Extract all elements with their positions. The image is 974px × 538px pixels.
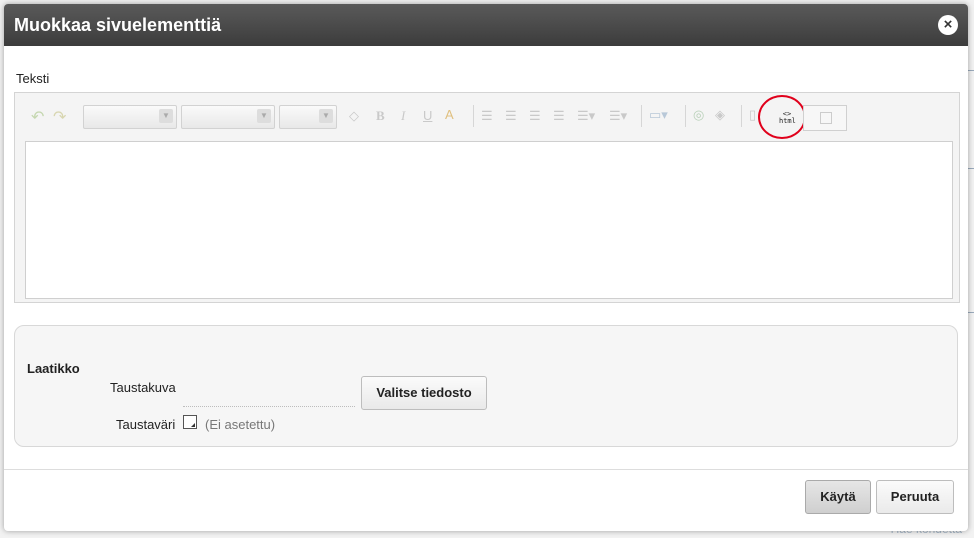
background-stripe <box>968 168 974 169</box>
text-section-label: Teksti <box>16 71 50 86</box>
file-name-placeholder <box>183 406 355 407</box>
outdent-icon[interactable]: ☰ <box>529 108 541 124</box>
rich-text-editor: ↶ ↷ ▼ ▼ ▼ ◇ B I U A ☰ ☰ ☰ ☰ ☰▾ ☰▾ ▭▾ ◎ ◈… <box>14 92 960 303</box>
box-title: Laatikko <box>27 361 80 376</box>
page-icon[interactable]: ▯ <box>749 107 756 123</box>
line-height-icon[interactable]: ☰▾ <box>609 108 627 124</box>
background-stripe <box>968 70 974 71</box>
toolbar-separator <box>473 105 474 127</box>
toolbar-separator <box>741 105 742 127</box>
redo-icon[interactable]: ↷ <box>53 107 66 127</box>
indent-icon[interactable]: ☰ <box>553 108 565 124</box>
chevron-down-icon: ▼ <box>257 109 271 123</box>
eraser-icon[interactable]: ◇ <box>349 108 359 124</box>
background-color-label: Taustaväri <box>116 417 176 432</box>
style-dropdown[interactable]: ▼ <box>83 105 177 129</box>
edit-element-dialog: Muokkaa sivuelementtiä × Teksti ↶ ↷ ▼ ▼ … <box>4 4 968 531</box>
editor-toolbar: ↶ ↷ ▼ ▼ ▼ ◇ B I U A ☰ ☰ ☰ ☰ ☰▾ ☰▾ ▭▾ ◎ ◈… <box>15 93 959 139</box>
size-dropdown[interactable]: ▼ <box>279 105 337 129</box>
italic-icon[interactable]: I <box>401 108 405 124</box>
footer-divider <box>4 469 968 470</box>
apply-button[interactable]: Käytä <box>805 480 871 514</box>
box-settings-panel: Laatikko Taustakuva Valitse tiedosto Tau… <box>14 325 958 447</box>
background-stripe <box>968 312 974 313</box>
link-icon[interactable]: ◎ <box>693 107 704 123</box>
format-dropdown[interactable]: ▼ <box>181 105 275 129</box>
media-icon[interactable]: ▭▾ <box>649 107 668 123</box>
align-icon[interactable]: ☰▾ <box>577 108 595 124</box>
close-button[interactable]: × <box>938 15 958 35</box>
color-swatch-picker[interactable] <box>183 415 197 429</box>
toolbar-separator <box>685 105 686 127</box>
font-color-icon[interactable]: A <box>445 107 454 122</box>
background-image-label: Taustakuva <box>110 380 176 395</box>
cancel-button[interactable]: Peruuta <box>876 480 954 514</box>
undo-icon[interactable]: ↶ <box>31 107 44 127</box>
color-not-set-text: (Ei asetettu) <box>205 417 276 432</box>
chevron-down-icon: ▼ <box>319 109 333 123</box>
toolbar-separator <box>641 105 642 127</box>
underline-icon[interactable]: U <box>423 108 432 123</box>
dialog-title: Muokkaa sivuelementtiä <box>14 14 222 35</box>
fullscreen-icon <box>820 112 832 124</box>
numbered-list-icon[interactable]: ☰ <box>481 108 493 124</box>
choose-file-button[interactable]: Valitse tiedosto <box>361 376 487 410</box>
highlight-circle <box>758 95 806 139</box>
chevron-down-icon: ▼ <box>159 109 173 123</box>
unlink-icon[interactable]: ◈ <box>715 107 725 123</box>
bold-icon[interactable]: B <box>376 108 385 124</box>
bulleted-list-icon[interactable]: ☰ <box>505 108 517 124</box>
editor-content-area[interactable] <box>25 141 953 299</box>
dialog-titlebar: Muokkaa sivuelementtiä × <box>4 4 968 46</box>
fullscreen-button[interactable] <box>803 105 847 131</box>
